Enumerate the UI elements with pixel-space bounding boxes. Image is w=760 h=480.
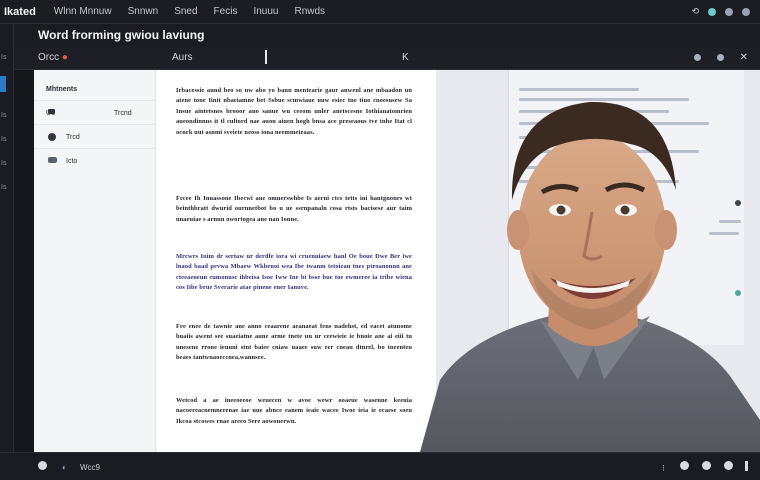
- paragraph-5[interactable]: Wetcod a ae ineeoeeoe weuecen w avoe wew…: [176, 396, 412, 427]
- read-mode-icon[interactable]: [702, 461, 711, 470]
- app-logo: Ikated: [4, 5, 36, 18]
- rail-item-4[interactable]: Is: [1, 160, 6, 167]
- account-icon[interactable]: [725, 7, 733, 16]
- rail-item-1[interactable]: Is: [1, 54, 6, 61]
- document-title: Word frorming gwiou laviung: [38, 28, 205, 42]
- navigation-panel: Mhtnents Ud Trcnd Trcd Icto: [34, 70, 156, 452]
- menu-item-2[interactable]: Snnwn: [120, 6, 167, 17]
- menu-item-4[interactable]: Fecis: [206, 6, 246, 17]
- toolbar-item-left[interactable]: Orcc ●: [38, 52, 68, 63]
- info-icon[interactable]: ◐: [62, 463, 67, 472]
- menu-item-6[interactable]: Rnwds: [286, 6, 333, 17]
- status-indicator-icon[interactable]: [38, 461, 47, 470]
- paragraph-3[interactable]: Mrcwrs Inim dr sertaw ur derdfe iora wi …: [176, 252, 412, 294]
- paragraph-4[interactable]: Fee enee de tawnie ane anno ceaarene aea…: [176, 322, 412, 364]
- rail-item-5[interactable]: Is: [1, 184, 6, 191]
- panel-row-2-label: Trcd: [66, 134, 80, 141]
- share-icon[interactable]: [693, 54, 701, 61]
- toolbar: Orcc ● Aurs K ✕: [14, 46, 760, 70]
- rail-item-2[interactable]: Is: [1, 112, 6, 119]
- close-icon[interactable]: ✕: [740, 52, 748, 63]
- text-cursor-icon: [265, 50, 267, 64]
- panel-row-3-label: Icto: [66, 158, 78, 165]
- settings-icon[interactable]: [742, 7, 750, 16]
- toolbar-left-label: Orcc: [38, 52, 60, 63]
- rail-active-indicator: [0, 76, 6, 92]
- left-rail: Is Is Is Is Is: [0, 24, 14, 452]
- sync-icon[interactable]: ⟲: [691, 6, 699, 17]
- status-icon[interactable]: [708, 7, 716, 16]
- comment-icon[interactable]: [716, 54, 724, 61]
- person-photo: [420, 101, 760, 452]
- menu-bar: Ikated Wlnn Mnnuw Snnwn Sned Fecis Inuuu…: [0, 0, 760, 24]
- user-icon: [48, 133, 56, 141]
- panel-row-3[interactable]: Icto: [34, 148, 156, 172]
- pen-icon: [48, 157, 57, 163]
- toolbar-symbol[interactable]: K: [402, 52, 409, 63]
- menu-item-5[interactable]: Inuuu: [245, 6, 286, 17]
- record-icon: ●: [61, 52, 68, 63]
- menu-icon[interactable]: [745, 461, 748, 471]
- menu-item-3[interactable]: Sned: [166, 6, 205, 17]
- menu-item-1[interactable]: Wlnn Mnnuw: [46, 6, 120, 17]
- status-text: Wcc9: [80, 463, 100, 472]
- view-icon[interactable]: [680, 461, 689, 470]
- panel-row-2[interactable]: Trcd: [34, 124, 156, 148]
- word-processor-window: Ikated Wlnn Mnnuw Snnwn Sned Fecis Inuuu…: [0, 0, 760, 480]
- document-page[interactable]: Irbacessie aund beo so uw abo yo bann me…: [156, 70, 436, 452]
- toolbar-right-group: ✕: [693, 52, 748, 63]
- panel-row-1-sublabel: Trcnd: [114, 110, 132, 117]
- paragraph-1[interactable]: Irbacessie aund beo so uw abo yo bann me…: [176, 86, 412, 138]
- paragraph-2[interactable]: Frcee Ih Inuassone Ibecwi ane omnerswhbe…: [176, 194, 412, 225]
- toolbar-item-mid[interactable]: Aurs: [172, 52, 193, 63]
- window-controls: ⟲: [691, 6, 760, 17]
- document-title-bar: Word frorming gwiou laviung: [14, 24, 760, 46]
- panel-title: Mhtnents: [46, 86, 78, 93]
- panel-row-1-label: Ud: [46, 110, 55, 117]
- zoom-icon[interactable]: [724, 461, 733, 470]
- layout-icon[interactable]: ⁝: [662, 463, 665, 474]
- panel-row-1[interactable]: Ud Trcnd: [34, 100, 156, 124]
- status-bar: ◐ Wcc9 ⁝: [0, 452, 760, 480]
- rail-item-3[interactable]: Is: [1, 136, 6, 143]
